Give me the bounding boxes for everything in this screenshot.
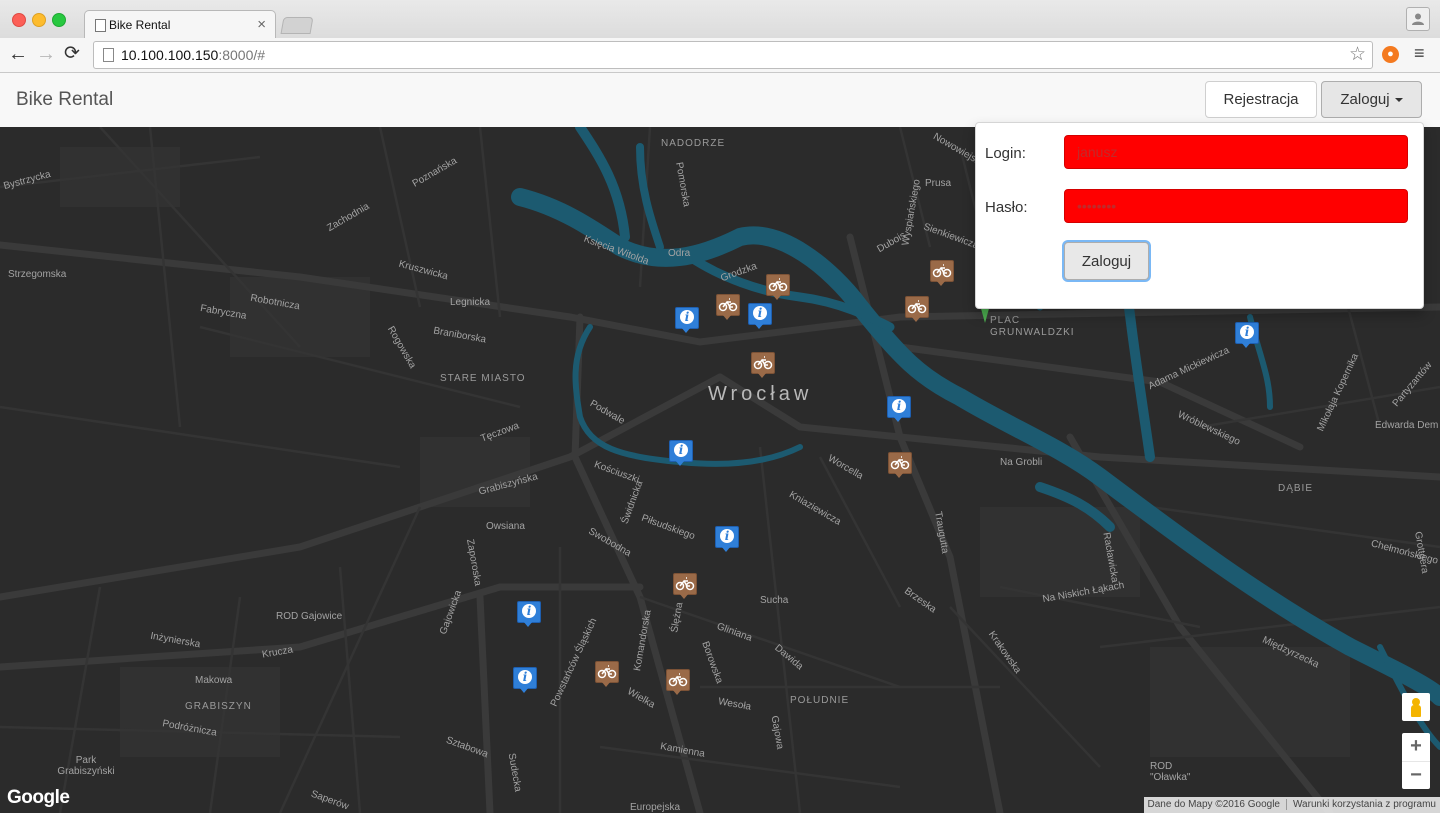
page-icon	[103, 48, 114, 62]
street-label: Edwarda Dem	[1375, 420, 1439, 431]
menu-icon[interactable]: ≡	[1414, 43, 1425, 64]
district-label: POŁUDNIE	[790, 695, 850, 706]
bicycle-icon	[930, 260, 954, 282]
info-icon: i	[513, 667, 537, 689]
login-field-label: Login:	[985, 145, 1026, 162]
app-navbar: Bike Rental Rejestracja Zaloguj	[0, 73, 1440, 128]
info-marker[interactable]: i	[715, 526, 739, 552]
street-label: Makowa	[195, 675, 233, 686]
bike-station-marker[interactable]	[666, 669, 690, 695]
info-marker[interactable]: i	[675, 307, 699, 333]
reload-icon[interactable]: ⟳	[64, 43, 80, 65]
info-marker[interactable]: i	[517, 601, 541, 627]
bicycle-icon	[666, 669, 690, 691]
password-input[interactable]	[1064, 189, 1408, 223]
bike-station-marker[interactable]	[716, 294, 740, 320]
caret-down-icon	[1394, 98, 1403, 103]
zoom-control: + −	[1402, 733, 1430, 789]
street-label: Europejska	[630, 802, 681, 813]
window-minimize-icon[interactable]	[32, 13, 46, 27]
register-button[interactable]: Rejestracja	[1205, 81, 1317, 118]
street-label: Legnicka	[450, 297, 491, 308]
address-bar[interactable]: 10.100.100.150:8000/# ☆	[93, 41, 1373, 69]
info-icon: i	[675, 307, 699, 329]
map-data-attribution: Dane do Mapy ©2016 Google	[1147, 799, 1280, 810]
bicycle-icon	[716, 294, 740, 316]
district-label: PLAC GRUNWALDZKI	[990, 315, 1075, 338]
login-dropdown-button[interactable]: Zaloguj	[1321, 81, 1422, 118]
info-icon: i	[887, 396, 911, 418]
info-icon: i	[669, 440, 693, 462]
terms-link[interactable]: Warunki korzystania z programu	[1285, 799, 1436, 810]
bookmark-star-icon[interactable]: ☆	[1349, 43, 1366, 66]
tab-title: Bike Rental	[109, 18, 171, 32]
brand-title[interactable]: Bike Rental	[16, 89, 113, 111]
zoom-in-button[interactable]: +	[1402, 733, 1430, 761]
login-button-label: Zaloguj	[1340, 91, 1390, 108]
extension-icon[interactable]: ●	[1382, 46, 1399, 63]
street-label: Strzegomska	[8, 269, 67, 280]
window-close-icon[interactable]	[12, 13, 26, 27]
street-label: Park Grabiszyński	[57, 755, 115, 777]
window-zoom-icon[interactable]	[52, 13, 66, 27]
district-label: GRABISZYN	[185, 701, 252, 712]
district-label: STARE MIASTO	[440, 373, 526, 384]
bike-station-marker[interactable]	[888, 452, 912, 478]
bicycle-icon	[888, 452, 912, 474]
street-view-pegman-icon[interactable]	[1402, 693, 1430, 721]
bike-station-marker[interactable]	[751, 352, 775, 378]
info-marker[interactable]: i	[513, 667, 537, 693]
bike-station-marker[interactable]	[930, 260, 954, 286]
google-logo[interactable]: Google	[7, 787, 70, 809]
forward-icon[interactable]: →	[36, 43, 56, 65]
bicycle-icon	[595, 661, 619, 683]
map-attribution: Dane do Mapy ©2016 Google Warunki korzyst…	[1143, 797, 1440, 813]
bicycle-icon	[905, 296, 929, 318]
password-field-label: Hasło:	[985, 199, 1028, 216]
bike-station-marker[interactable]	[595, 661, 619, 687]
district-label: ROD "Oławka"	[1150, 761, 1191, 783]
district-label: DĄBIE	[1278, 483, 1314, 494]
browser-tab[interactable]: Bike Rental ×	[84, 10, 276, 39]
street-label: Prusa	[925, 178, 952, 189]
info-icon: i	[517, 601, 541, 623]
district-label: NADODRZE	[661, 138, 726, 149]
person-icon[interactable]	[1406, 7, 1430, 31]
back-icon[interactable]: ←	[8, 43, 28, 65]
browser-toolbar: ← → ⟳ 10.100.100.150:8000/# ☆ ● ≡	[0, 38, 1440, 73]
bike-station-marker[interactable]	[766, 274, 790, 300]
info-marker[interactable]: i	[1235, 322, 1259, 348]
bike-station-marker[interactable]	[673, 573, 697, 599]
page-icon	[95, 19, 106, 32]
street-label: Na Grobli	[1000, 457, 1043, 468]
info-icon: i	[748, 303, 772, 325]
login-dropdown: Login: Hasło: Zaloguj	[975, 122, 1424, 309]
info-icon: i	[715, 526, 739, 548]
info-marker[interactable]: i	[748, 303, 772, 329]
street-label: Sucha	[760, 595, 789, 606]
bicycle-icon	[673, 573, 697, 595]
bicycle-icon	[751, 352, 775, 374]
info-marker[interactable]: i	[887, 396, 911, 422]
login-submit-button[interactable]: Zaloguj	[1064, 242, 1149, 280]
login-input[interactable]	[1064, 135, 1408, 169]
district-label: ROD Gajowice	[276, 611, 343, 622]
info-icon: i	[1235, 322, 1259, 344]
url-text[interactable]: 10.100.100.150:8000/#	[121, 47, 265, 63]
zoom-out-button[interactable]: −	[1402, 761, 1430, 790]
new-tab-button[interactable]	[280, 17, 314, 34]
bicycle-icon	[766, 274, 790, 296]
street-label: Owsiana	[486, 521, 525, 532]
street-label: Odra	[668, 248, 691, 259]
tab-close-icon[interactable]: ×	[257, 16, 266, 33]
city-label: Wrocław	[708, 383, 813, 405]
browser-tabstrip: Bike Rental ×	[0, 0, 1440, 39]
bike-station-marker[interactable]	[905, 296, 929, 322]
info-marker[interactable]: i	[669, 440, 693, 466]
